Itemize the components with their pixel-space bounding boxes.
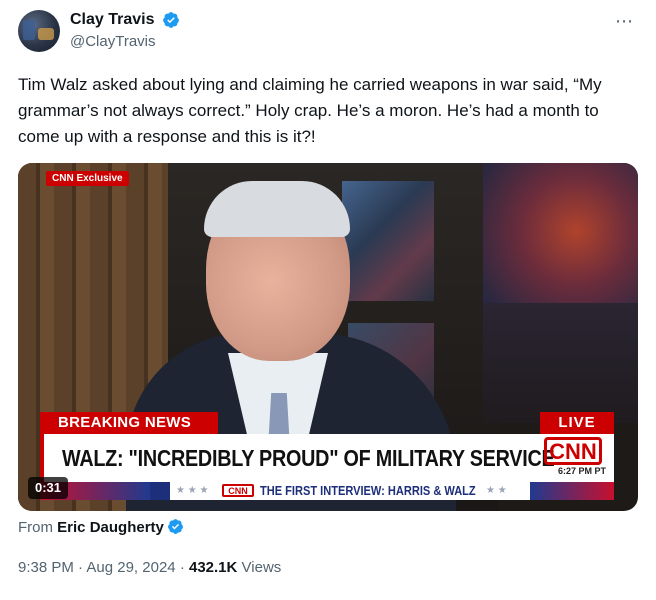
more-icon[interactable]: ⋯ xyxy=(615,12,634,30)
author-display-name[interactable]: Clay Travis xyxy=(70,10,155,30)
author-avatar[interactable] xyxy=(18,10,60,52)
breaking-news-label: BREAKING NEWS xyxy=(40,412,218,434)
broadcast-time: 6:27 PM PT xyxy=(557,466,606,476)
tweet-time[interactable]: 9:38 PM xyxy=(18,559,74,576)
avatar-detail xyxy=(23,20,35,40)
verified-badge-icon xyxy=(167,519,183,534)
views-count: 432.1K xyxy=(188,559,238,576)
meta-separator: · xyxy=(78,559,84,576)
avatar-detail xyxy=(38,28,54,40)
cnn-logo: CNN xyxy=(544,437,602,465)
tweet-text: Tim Walz asked about lying and claiming … xyxy=(18,75,602,146)
cnn-exclusive-badge: CNN Exclusive xyxy=(46,171,129,186)
video-background xyxy=(483,303,638,423)
live-badge: LIVE xyxy=(540,412,614,434)
meta-separator: · xyxy=(179,559,185,576)
star-icon: ★ ★ xyxy=(486,485,507,496)
ticker-flag-graphic xyxy=(530,482,614,500)
ticker-text: THE FIRST INTERVIEW: HARRIS & WALZ xyxy=(260,483,476,498)
source-prefix: From xyxy=(18,519,53,536)
ticker-cnn-logo: CNN xyxy=(222,484,254,497)
tweet-metadata: 9:38 PM · Aug 29, 2024 · 432.1K Views xyxy=(18,558,281,578)
source-author-link[interactable]: Eric Daugherty xyxy=(57,519,164,536)
author-name-block: Clay Travis @ClayTravis xyxy=(70,10,180,52)
video-subject xyxy=(204,181,350,237)
video-player[interactable]: CNN Exclusive BREAKING NEWS LIVE WALZ: "… xyxy=(18,163,638,511)
video-duration: 0:31 xyxy=(28,477,69,499)
author-handle[interactable]: @ClayTravis xyxy=(70,32,180,52)
verified-badge-icon xyxy=(163,12,179,28)
views-label: Views xyxy=(241,559,282,576)
news-ticker: ★ ★ ★ ★ ★ CNN THE FIRST INTERVIEW: HARRI… xyxy=(40,482,614,500)
chyron-headline: WALZ: "INCREDIBLY PROUD" OF MILITARY SER… xyxy=(62,445,555,471)
background-artwork xyxy=(342,181,434,301)
tweet-date[interactable]: Aug 29, 2024 xyxy=(86,559,175,576)
chyron: WALZ: "INCREDIBLY PROUD" OF MILITARY SER… xyxy=(40,434,614,482)
video-source-attribution: From Eric Daugherty xyxy=(18,518,184,538)
star-icon: ★ ★ ★ xyxy=(176,485,209,496)
tweet-header: Clay Travis @ClayTravis ⋯ xyxy=(18,10,638,58)
